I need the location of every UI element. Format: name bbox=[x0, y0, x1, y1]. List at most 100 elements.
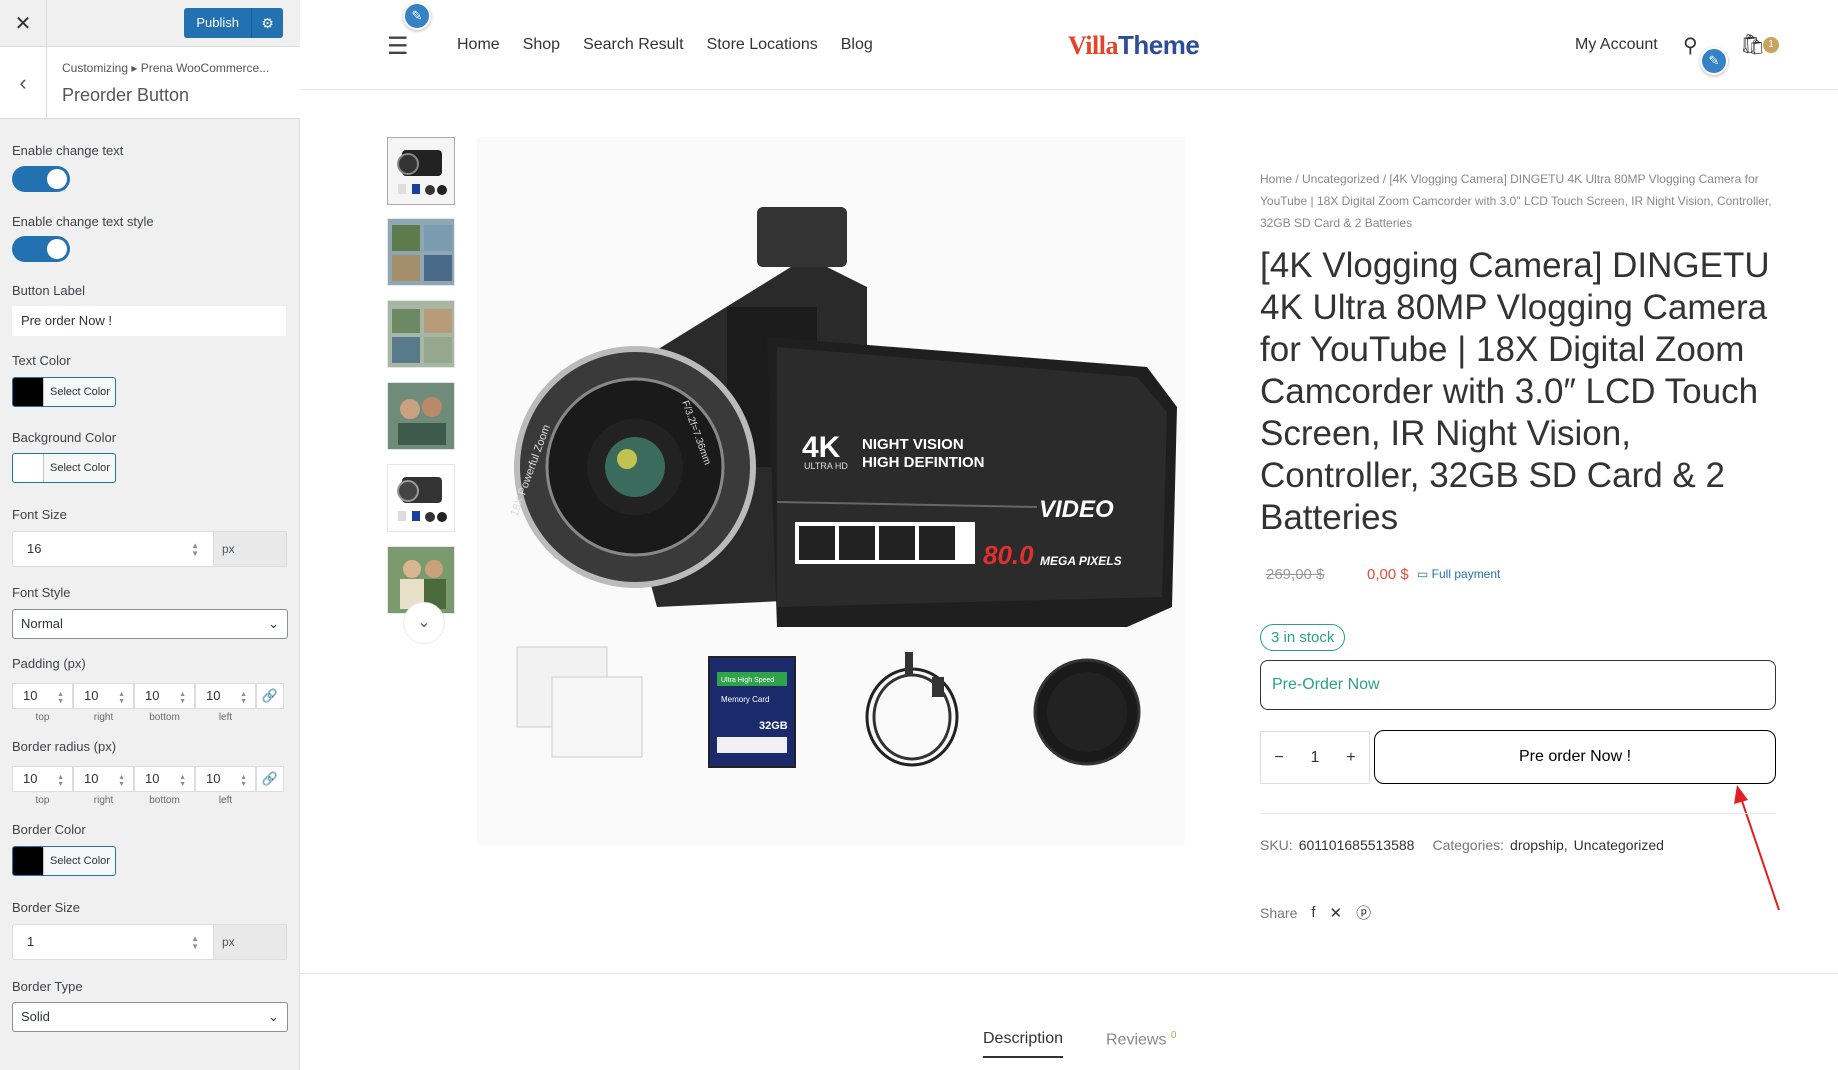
border-radius-left-value: 10 bbox=[206, 771, 221, 786]
spinner-icon[interactable]: ▲ ▼ bbox=[179, 774, 186, 788]
spinner-icon[interactable]: ▲ ▼ bbox=[179, 691, 186, 705]
pinterest-icon[interactable]: ⓟ bbox=[1356, 902, 1371, 923]
preorder-button[interactable]: Pre order Now ! bbox=[1374, 730, 1776, 784]
background-color-swatch bbox=[13, 454, 44, 482]
button-label-input[interactable]: Pre order Now ! bbox=[12, 306, 286, 336]
border-radius-bottom-value: 10 bbox=[145, 771, 160, 786]
border-radius-bottom-input[interactable]: 10 ▲ ▼ bbox=[134, 766, 195, 792]
spinner-icon[interactable]: ▲ ▼ bbox=[57, 691, 64, 705]
edit-pencil-icon[interactable]: ✎ bbox=[1700, 47, 1728, 75]
site-logo[interactable]: VillaTheme bbox=[1068, 30, 1200, 61]
border-type-value: Solid bbox=[21, 1009, 50, 1024]
image-ultra-hd-text: ULTRA HD bbox=[804, 461, 848, 471]
font-size-control: 16 ▲ ▼ px bbox=[12, 531, 287, 567]
gallery-thumb[interactable] bbox=[387, 300, 455, 368]
text-color-picker[interactable]: Select Color bbox=[12, 377, 116, 407]
x-twitter-icon[interactable]: ✕ bbox=[1330, 904, 1343, 922]
padding-side-labels: top right bottom left bbox=[12, 712, 256, 723]
nav-store-locations[interactable]: Store Locations bbox=[707, 36, 818, 54]
link-icon[interactable]: 🔗 bbox=[256, 766, 284, 792]
nav-search-result[interactable]: Search Result bbox=[583, 36, 684, 54]
my-account-link[interactable]: My Account bbox=[1575, 36, 1658, 54]
border-radius-side-labels: top right bottom left bbox=[12, 795, 256, 806]
padding-top-value: 10 bbox=[23, 688, 38, 703]
gallery-thumb[interactable] bbox=[387, 464, 455, 532]
sku-value: 601101685513588 bbox=[1298, 837, 1415, 853]
padding-left-input[interactable]: 10 ▲ ▼ bbox=[195, 683, 256, 709]
cart-icon[interactable]: 🛍 bbox=[1740, 32, 1765, 57]
link-icon[interactable]: 🔗 bbox=[256, 683, 284, 709]
plus-icon[interactable]: + bbox=[1346, 749, 1355, 767]
text-color-label: Text Color bbox=[12, 353, 71, 368]
gear-icon[interactable]: ⚙ bbox=[252, 8, 283, 38]
border-radius-inputs: 10 ▲ ▼ 10 ▲ ▼ 10 ▲ ▼ 10 ▲ ▼ 🔗 bbox=[12, 766, 284, 792]
border-size-control: 1 ▲ ▼ px bbox=[12, 924, 287, 960]
border-radius-right-value: 10 bbox=[84, 771, 99, 786]
edit-pencil-icon[interactable]: ✎ bbox=[403, 2, 431, 30]
search-icon[interactable]: ⚲ bbox=[1683, 33, 1698, 58]
close-icon[interactable]: ✕ bbox=[0, 0, 47, 47]
font-size-input[interactable]: 16 ▲ ▼ bbox=[12, 531, 214, 567]
gallery-thumb[interactable] bbox=[387, 218, 455, 286]
enable-change-text-style-toggle[interactable] bbox=[12, 236, 70, 262]
text-color-swatch bbox=[13, 378, 44, 406]
category-link-dropship[interactable]: dropship, bbox=[1510, 837, 1568, 853]
image-high-def-text: HIGH DEFINTION bbox=[862, 454, 985, 471]
padding-bottom-input[interactable]: 10 ▲ ▼ bbox=[134, 683, 195, 709]
nav-blog[interactable]: Blog bbox=[841, 36, 873, 54]
padding-right-input[interactable]: 10 ▲ ▼ bbox=[73, 683, 134, 709]
border-color-picker[interactable]: Select Color bbox=[12, 846, 116, 876]
background-color-label: Background Color bbox=[12, 430, 117, 445]
gallery-thumb[interactable] bbox=[387, 137, 455, 205]
border-radius-left-input[interactable]: 10 ▲ ▼ bbox=[195, 766, 256, 792]
quantity-value[interactable]: 1 bbox=[1311, 749, 1320, 767]
nav-shop[interactable]: Shop bbox=[523, 36, 560, 54]
minus-icon[interactable]: − bbox=[1274, 749, 1283, 767]
font-style-value: Normal bbox=[21, 616, 63, 631]
font-style-label: Font Style bbox=[12, 585, 71, 600]
reviews-count: 0 bbox=[1170, 1030, 1177, 1041]
image-megapixels-unit: MEGA PIXELS bbox=[1040, 554, 1122, 568]
chevron-down-icon[interactable]: ⌄ bbox=[403, 602, 445, 644]
nav-home[interactable]: Home bbox=[457, 36, 500, 54]
spinner-icon[interactable]: ▲ ▼ bbox=[118, 691, 125, 705]
select-color-label: Select Color bbox=[50, 386, 110, 398]
side-label-bottom: bottom bbox=[149, 795, 180, 806]
publish-button[interactable]: Publish bbox=[184, 8, 252, 38]
background-color-picker[interactable]: Select Color bbox=[12, 453, 116, 483]
facebook-icon[interactable]: f bbox=[1311, 904, 1315, 921]
border-radius-top-input[interactable]: 10 ▲ ▼ bbox=[12, 766, 73, 792]
spinner-icon[interactable]: ▲ ▼ bbox=[57, 774, 64, 788]
spinner-icon[interactable]: ▲ ▼ bbox=[240, 774, 247, 788]
sd-card-size-text: 32GB bbox=[759, 720, 788, 732]
tab-reviews[interactable]: Reviews 0 bbox=[1106, 1030, 1176, 1049]
product-breadcrumb[interactable]: Home / Uncategorized / [4K Vlogging Came… bbox=[1260, 168, 1775, 234]
font-style-select[interactable]: Normal ⌄ bbox=[12, 609, 288, 639]
chevron-down-icon: ⌄ bbox=[268, 616, 279, 631]
button-label-label: Button Label bbox=[12, 283, 86, 298]
spinner-icon[interactable]: ▲ ▼ bbox=[191, 542, 199, 558]
hamburger-menu-icon[interactable]: ☰ bbox=[387, 32, 409, 61]
enable-change-text-toggle[interactable] bbox=[12, 166, 70, 192]
image-4k-text: 4K bbox=[802, 431, 841, 464]
category-link-uncategorized[interactable]: Uncategorized bbox=[1574, 837, 1664, 853]
border-type-select[interactable]: Solid ⌄ bbox=[12, 1002, 288, 1032]
product-main-image[interactable]: 18X Powerful Zoom F/3.2f=7.36mm 4K ULTRA… bbox=[477, 137, 1185, 845]
sd-card-top-text: Ultra High Speed bbox=[721, 677, 774, 684]
categories-label: Categories: bbox=[1432, 837, 1505, 853]
border-size-input[interactable]: 1 ▲ ▼ bbox=[12, 924, 214, 960]
gallery-thumb[interactable] bbox=[387, 382, 455, 450]
cart-count-badge: 1 bbox=[1763, 37, 1779, 53]
border-radius-right-input[interactable]: 10 ▲ ▼ bbox=[73, 766, 134, 792]
image-megapixels-text: 80.0 bbox=[983, 540, 1034, 570]
share-row: Share f ✕ ⓟ bbox=[1260, 902, 1371, 923]
padding-top-input[interactable]: 10 ▲ ▼ bbox=[12, 683, 73, 709]
back-arrow-icon[interactable]: ‹ bbox=[0, 47, 47, 119]
spinner-icon[interactable]: ▲ ▼ bbox=[240, 691, 247, 705]
tab-description[interactable]: Description bbox=[983, 1030, 1064, 1058]
quantity-stepper: − 1 + bbox=[1260, 731, 1370, 784]
padding-left-value: 10 bbox=[206, 688, 221, 703]
main-nav: Home Shop Search Result Store Locations … bbox=[457, 36, 873, 54]
spinner-icon[interactable]: ▲ ▼ bbox=[118, 774, 125, 788]
spinner-icon[interactable]: ▲ ▼ bbox=[191, 935, 199, 951]
